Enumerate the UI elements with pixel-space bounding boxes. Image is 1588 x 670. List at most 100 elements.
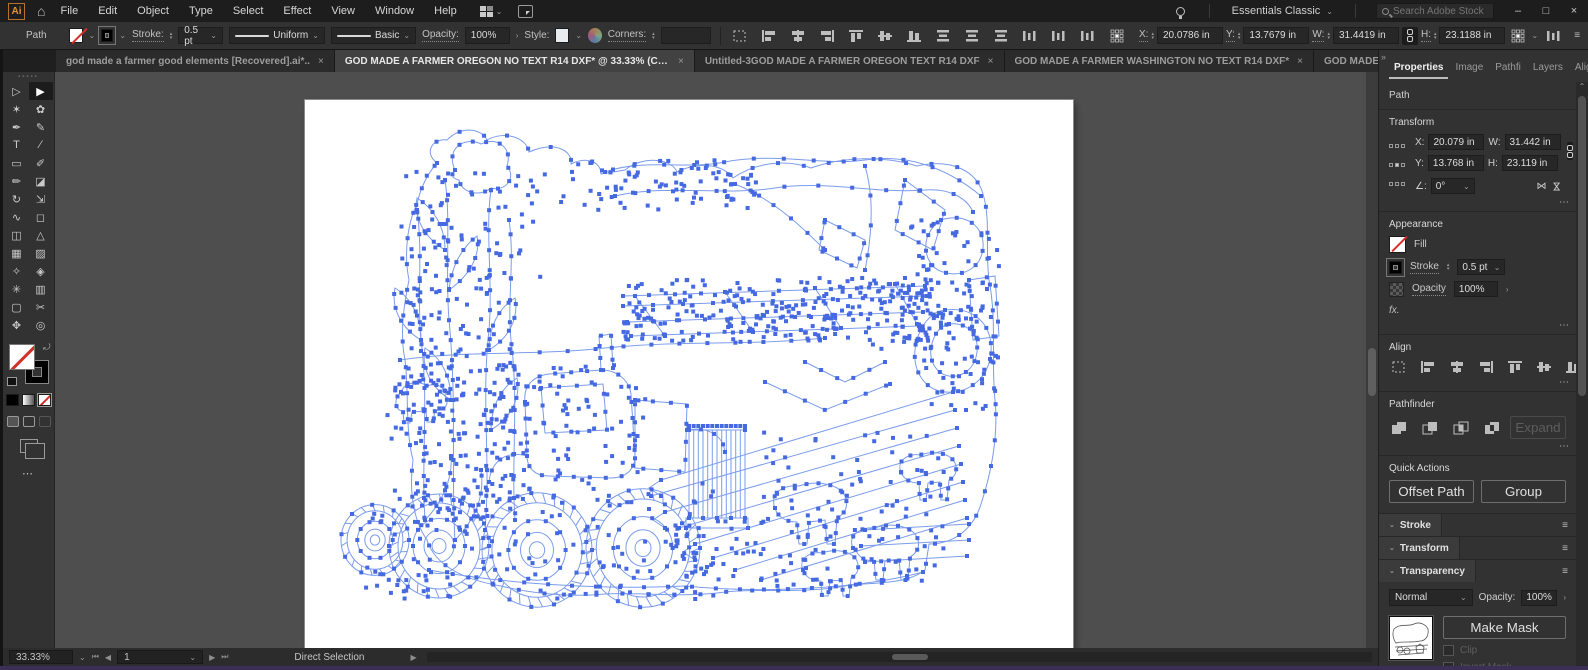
pathfinder-more-options[interactable]: ⋯ — [1559, 441, 1570, 452]
tool-lasso[interactable]: ✿ — [29, 100, 53, 118]
opacity-options-arrow[interactable]: › — [516, 31, 519, 40]
x-field[interactable]: 20.0786 in — [1157, 27, 1223, 44]
align-h-align-right[interactable] — [817, 28, 837, 44]
x-field[interactable]: 20.079 in — [1428, 134, 1484, 150]
transparency-opacity-field[interactable]: 100% — [1521, 590, 1557, 606]
align-more-options[interactable]: ⋯ — [1559, 377, 1570, 388]
artboard[interactable] — [305, 100, 1073, 648]
opacity-options-arrow[interactable]: › — [1506, 285, 1509, 294]
workspace-switcher-icon[interactable]: ⌄ — [480, 6, 503, 17]
align-h-align-center[interactable] — [1447, 359, 1467, 375]
opacity-label[interactable]: Opacity: — [422, 29, 459, 42]
stroke-weight-field[interactable]: 0.5 pt⌄ — [1457, 259, 1505, 275]
stock-search[interactable] — [1376, 3, 1494, 19]
opacity-label[interactable]: Opacity — [1412, 283, 1446, 296]
tool-magic-wand[interactable]: ✶ — [5, 100, 29, 118]
align-h-distribute-left[interactable] — [1020, 28, 1040, 44]
panel-tab[interactable]: Properties — [1389, 58, 1448, 79]
vector-artwork[interactable] — [305, 100, 1073, 648]
pathfinder-minus-front[interactable] — [1420, 420, 1440, 436]
fill-stroke-control[interactable]: ⤾ — [9, 344, 49, 384]
h-field[interactable]: 23.119 in — [1502, 155, 1558, 171]
fill-swatch[interactable] — [1389, 236, 1406, 253]
panel-tab[interactable]: Pathfi — [1490, 58, 1526, 79]
tool-symbol-sprayer[interactable]: ✳ — [5, 280, 29, 298]
tool-column-graph[interactable]: ▥ — [29, 280, 53, 298]
isolate-icon[interactable] — [1544, 28, 1564, 44]
menu-item[interactable]: Help — [425, 2, 466, 20]
stroke-weight-field[interactable]: 0.5 pt⌄ — [178, 27, 223, 44]
blend-mode-dropdown[interactable]: Normal⌄ — [1389, 589, 1473, 606]
align-artboard-grid[interactable] — [1107, 28, 1127, 44]
tool-free-transform[interactable]: ◻ — [29, 208, 53, 226]
share-screen-icon[interactable] — [518, 5, 533, 18]
tool-width[interactable]: ∿ — [5, 208, 29, 226]
pathfinder-intersect[interactable] — [1451, 420, 1471, 436]
align-align-options[interactable] — [1389, 359, 1409, 375]
reference-point-grid[interactable] — [1389, 144, 1405, 199]
panel-menu-icon[interactable]: ≡ — [1562, 543, 1568, 554]
align-v-align-bottom[interactable] — [1563, 359, 1576, 375]
tool-type[interactable]: T — [5, 136, 29, 154]
y-field[interactable]: 13.7679 in — [1243, 27, 1309, 44]
window-control[interactable]: □ — [1532, 0, 1560, 22]
tool-shape-builder[interactable]: ◫ — [5, 226, 29, 244]
stroke-color-swatch[interactable] — [101, 29, 113, 42]
search-input[interactable] — [1393, 6, 1485, 17]
panel-tab[interactable]: Layers — [1528, 58, 1568, 79]
tool-artboard[interactable]: ▢ — [5, 298, 29, 316]
close-tab-icon[interactable]: × — [1297, 56, 1303, 67]
first-artboard-icon[interactable]: ⏮ — [92, 652, 99, 662]
tool-selection[interactable]: ▷ — [5, 82, 29, 100]
stroke-label[interactable]: Stroke — [1410, 261, 1439, 274]
tool-blend[interactable]: ◈ — [29, 262, 53, 280]
tool-pen[interactable]: ✒ — [5, 118, 29, 136]
toolbar-grip[interactable]: ▪▪▪▪▪ — [18, 72, 39, 82]
pathfinder-exclude[interactable] — [1482, 420, 1502, 436]
tool-mesh[interactable]: ▦ — [5, 244, 29, 262]
transform-options-icon[interactable] — [1508, 28, 1528, 44]
stroke-weight-label[interactable]: Stroke: — [132, 29, 164, 42]
menu-item[interactable]: Select — [224, 2, 273, 20]
flip-vertical-icon[interactable]: ⋈ — [1550, 181, 1561, 191]
align-v-align-center[interactable] — [1534, 359, 1554, 375]
collapse-panel-icon[interactable]: » — [1381, 52, 1386, 62]
align-v-distribute-center[interactable] — [962, 28, 982, 44]
recolor-artwork-icon[interactable] — [588, 28, 602, 43]
fill-color-swatch[interactable] — [69, 28, 83, 43]
link-dimensions-icon[interactable] — [1567, 142, 1573, 160]
align-v-align-top[interactable] — [1505, 359, 1525, 375]
menu-item[interactable]: Effect — [274, 2, 320, 20]
canvas-area[interactable] — [55, 72, 1366, 648]
tool-line-segment[interactable]: ∕ — [29, 136, 53, 154]
h-field[interactable]: 23.1188 in — [1439, 27, 1505, 44]
zoom-dropdown-icon[interactable]: ⌄ — [79, 653, 86, 662]
corners-stepper[interactable]: ▴▾ — [652, 32, 655, 40]
menu-item[interactable]: Object — [128, 2, 178, 20]
toolbar-more-icon[interactable]: ⋯ — [22, 467, 35, 480]
brush-dropdown[interactable]: Basic⌄ — [331, 27, 416, 44]
constrain-proportions-icon[interactable] — [1402, 27, 1418, 45]
collapsed-panel[interactable]: ⌄Transform ≡ — [1379, 536, 1576, 559]
tool-rotate[interactable]: ↻ — [5, 190, 29, 208]
horizontal-scrollbar[interactable] — [427, 652, 1372, 662]
align-v-align-center[interactable] — [875, 28, 895, 44]
transform-more-options[interactable]: ⋯ — [1559, 197, 1570, 208]
close-tab-icon[interactable]: × — [318, 56, 324, 67]
align-align-to-artboard[interactable] — [730, 28, 750, 44]
tool-zoom[interactable]: ◎ — [29, 316, 53, 334]
window-control[interactable]: × — [1560, 0, 1588, 22]
menu-item[interactable]: Type — [180, 2, 222, 20]
zoom-level-field[interactable]: 33.33% — [9, 650, 73, 664]
panel-tab[interactable]: Align — [1570, 58, 1588, 79]
transparency-panel-header[interactable]: ⌄Transparency ≡ — [1379, 559, 1576, 582]
document-tab[interactable]: god made a farmer good elements [Recover… — [56, 50, 335, 72]
align-h-align-left[interactable] — [1418, 359, 1438, 375]
vertical-scrollbar-thumb[interactable] — [1368, 348, 1376, 396]
next-artboard-icon[interactable]: ▶ — [209, 653, 215, 662]
horizontal-scrollbar-thumb[interactable] — [892, 654, 928, 660]
graphic-style-swatch[interactable] — [555, 28, 569, 43]
none-button[interactable] — [38, 394, 51, 406]
fill-swatch-none[interactable] — [9, 344, 35, 370]
tool-eraser[interactable]: ◪ — [29, 172, 53, 190]
